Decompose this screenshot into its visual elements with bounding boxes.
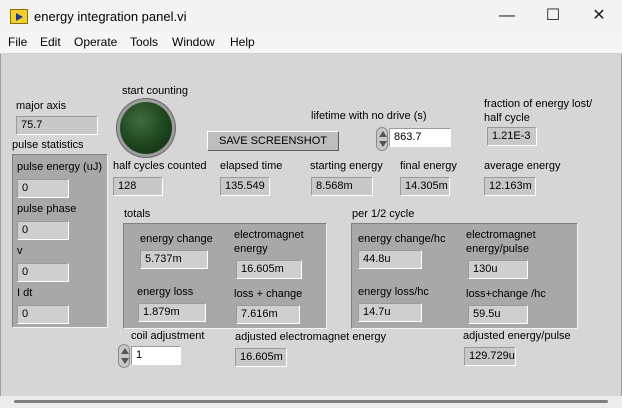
major-axis-value: 75.7 (16, 116, 98, 135)
loss-change-value: 7.616m (236, 305, 300, 324)
scrollbar-thumb[interactable] (14, 400, 608, 403)
adjusted-energy-pulse-value: 129.729u (464, 347, 516, 366)
horizontal-scrollbar[interactable] (0, 396, 622, 408)
menu-bar: File Edit Operate Tools Window Help (0, 32, 622, 54)
energy-change-hc-label: energy change/hc (358, 233, 446, 245)
adjusted-em-energy-label: adjusted electromagnet energy (235, 331, 387, 343)
final-energy-value: 14.305m (400, 177, 450, 196)
maximize-button[interactable]: ☐ (530, 0, 576, 32)
coil-adjustment-label: coil adjustment (131, 330, 205, 342)
adjusted-energy-pulse-label: adjusted energy/pulse (463, 330, 571, 342)
pulse-phase-label: pulse phase (17, 203, 77, 215)
average-energy-value: 12.163m (484, 177, 536, 196)
menu-window[interactable]: Window (172, 35, 215, 49)
minimize-button[interactable]: — (484, 0, 530, 32)
half-cycles-value: 128 (113, 177, 163, 196)
lifetime-label: lifetime with no drive (s) (311, 110, 427, 122)
loss-change-hc-value: 59.5u (468, 305, 528, 324)
lifetime-stepper[interactable] (376, 127, 388, 151)
close-button[interactable]: ✕ (576, 0, 622, 32)
menu-operate[interactable]: Operate (74, 35, 117, 49)
labview-vi-icon (10, 9, 28, 24)
per-half-cycle-cluster: energy change/hc 44.8u electromagnet ene… (351, 223, 578, 329)
decrement-arrow-icon (379, 141, 387, 147)
fraction-lost-label: fraction of energy lost/ half cycle (484, 98, 593, 124)
menu-edit[interactable]: Edit (40, 35, 61, 49)
i-dt-label: I dt (17, 287, 33, 299)
increment-arrow-icon (121, 348, 129, 354)
adjusted-em-energy-value: 16.605m (235, 348, 287, 367)
elapsed-time-label: elapsed time (220, 160, 283, 172)
per-half-cycle-label: per 1/2 cycle (352, 208, 415, 220)
menu-help[interactable]: Help (230, 35, 255, 49)
coil-adjustment-stepper[interactable] (118, 344, 130, 368)
lifetime-value[interactable]: 863.7 (389, 128, 451, 147)
menu-tools[interactable]: Tools (130, 35, 158, 49)
close-icon: ✕ (592, 7, 606, 24)
save-screenshot-button[interactable]: SAVE SCREENSHOT (207, 131, 339, 151)
start-counting-label: start counting (122, 85, 189, 97)
energy-change-hc-value: 44.8u (358, 250, 422, 269)
menu-file[interactable]: File (8, 35, 27, 49)
final-energy-label: final energy (400, 160, 457, 172)
v-value: 0 (17, 263, 69, 282)
starting-energy-value: 8.568m (311, 177, 373, 196)
loss-change-hc-label: loss+change /hc (466, 288, 546, 300)
energy-loss-label: energy loss (137, 286, 194, 298)
electromagnet-energy-value: 16.605m (236, 260, 302, 279)
pulse-energy-label: pulse energy (uJ) (17, 161, 102, 173)
coil-adjustment-value[interactable]: 1 (131, 346, 181, 365)
totals-label: totals (124, 208, 151, 220)
half-cycles-label: half cycles counted (113, 160, 207, 172)
energy-loss-hc-value: 14.7u (358, 303, 422, 322)
window-title: energy integration panel.vi (34, 9, 187, 24)
minimize-icon: — (499, 7, 515, 24)
energy-change-label: energy change (140, 233, 213, 245)
increment-arrow-icon (379, 131, 387, 137)
start-counting-led[interactable] (120, 102, 172, 154)
title-bar: energy integration panel.vi — ☐ ✕ (0, 0, 622, 32)
pulse-statistics-label: pulse statistics (12, 139, 84, 151)
electromagnet-energy-label: electromagnet energy (234, 229, 304, 255)
i-dt-value: 0 (17, 305, 69, 324)
maximize-icon: ☐ (545, 7, 561, 24)
pulse-energy-value: 0 (17, 179, 69, 198)
decrement-arrow-icon (121, 358, 129, 364)
energy-loss-value: 1.879m (138, 303, 206, 322)
loss-change-label: loss + change (234, 288, 303, 300)
pulse-statistics-cluster: pulse energy (uJ) 0 pulse phase 0 v 0 I … (12, 154, 108, 328)
electromagnet-pulse-label: electromagnet energy/pulse (466, 229, 536, 255)
fraction-lost-value: 1.21E-3 (487, 127, 537, 146)
totals-cluster: energy change 5.737m electromagnet energ… (123, 223, 327, 329)
major-axis-label: major axis (16, 100, 67, 112)
energy-loss-hc-label: energy loss/hc (358, 286, 429, 298)
starting-energy-label: starting energy (310, 160, 383, 172)
v-label: v (17, 245, 23, 257)
elapsed-time-value: 135.549 (220, 177, 270, 196)
pulse-phase-value: 0 (17, 221, 69, 240)
electromagnet-pulse-value: 130u (468, 260, 528, 279)
energy-change-value: 5.737m (140, 250, 208, 269)
average-energy-label: average energy (484, 160, 561, 172)
